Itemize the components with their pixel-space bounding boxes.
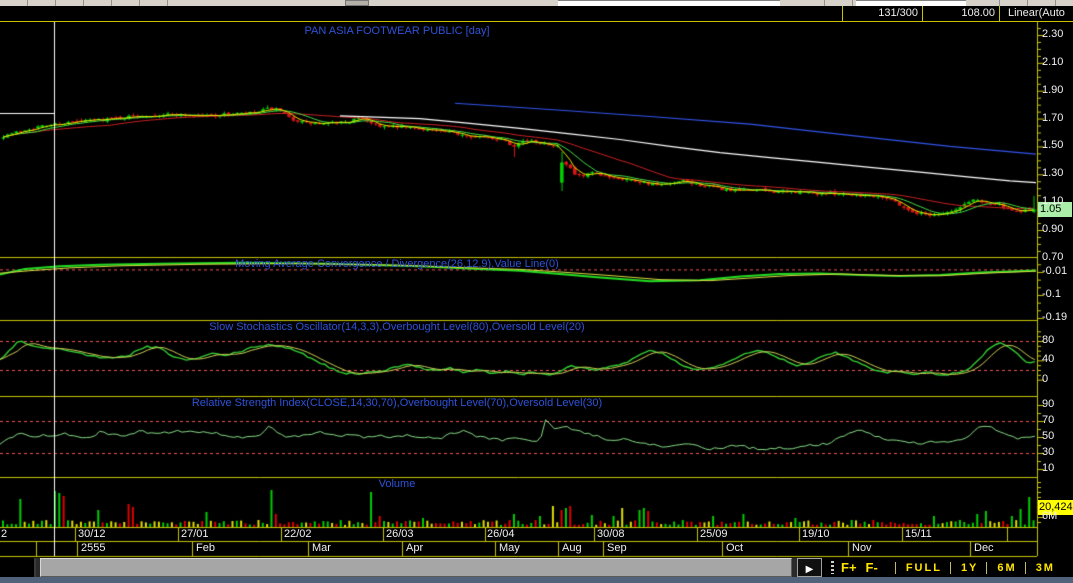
- bar-counter: 131/300: [842, 6, 922, 21]
- corner-block: [0, 558, 36, 577]
- h-scrollbar-thumb[interactable]: [40, 558, 792, 577]
- range-3m-button[interactable]: 3M: [1024, 561, 1055, 574]
- scroll-right-button[interactable]: ▶: [797, 558, 822, 577]
- window-edge-strip: [0, 577, 1073, 583]
- right-arrow-icon: ▶: [805, 564, 814, 575]
- scale-mode-button[interactable]: Linear(Auto: [999, 6, 1073, 21]
- h-scrollbar-track[interactable]: [36, 558, 797, 577]
- chart-canvas[interactable]: [0, 22, 1073, 558]
- font-increase-button[interactable]: F+: [841, 560, 857, 575]
- font-decrease-button[interactable]: F-: [866, 560, 878, 575]
- horizontal-scrollbar-row: ▶ F+ F- FULL 1Y 6M 3M: [0, 558, 1073, 577]
- grip-dots-icon: [831, 561, 834, 574]
- price-readout: 108.00: [922, 6, 999, 21]
- range-full-button[interactable]: FULL: [894, 561, 942, 574]
- range-1y-button[interactable]: 1Y: [949, 561, 978, 574]
- trading-app-window: 131/300 108.00 Linear(Auto PAN ASIA FOOT…: [0, 0, 1073, 583]
- status-bar-spacer: [0, 6, 842, 21]
- range-6m-button[interactable]: 6M: [986, 561, 1016, 574]
- chart-footer-toolbar: F+ F- FULL 1Y 6M 3M: [822, 558, 1073, 577]
- status-bar: 131/300 108.00 Linear(Auto: [0, 6, 1073, 22]
